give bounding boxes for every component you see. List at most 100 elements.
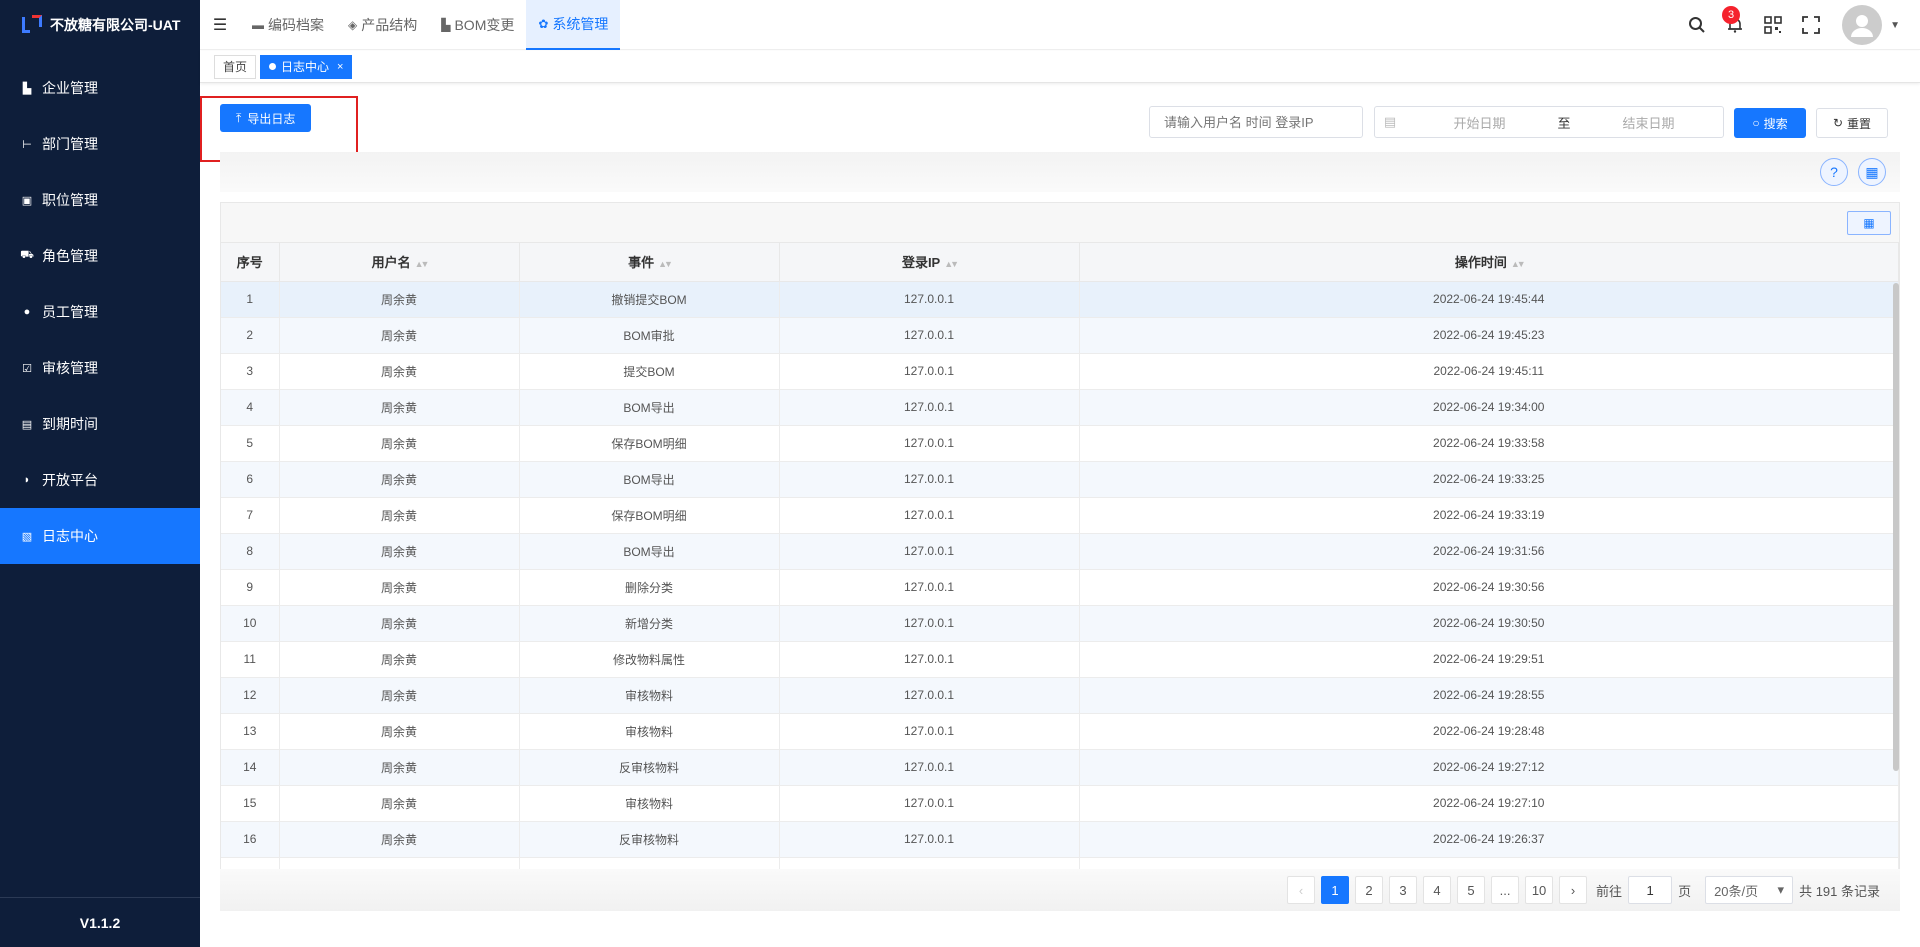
page-size-select[interactable]: 20条/页 ▾ bbox=[1705, 876, 1794, 904]
table-row[interactable]: 9 周余黄 删除分类 127.0.0.1 2022-06-24 19:30:56 bbox=[221, 569, 1899, 606]
table-cell: 16 bbox=[221, 821, 280, 858]
table-cell: BOM导出 bbox=[519, 533, 780, 570]
sidebar-item-label: 部门管理 bbox=[42, 136, 98, 152]
table-cell: 15 bbox=[221, 785, 280, 822]
search-icon[interactable] bbox=[1678, 0, 1716, 50]
table-cell: BOM导出 bbox=[519, 461, 780, 498]
collapse-menu-icon[interactable]: ☰ bbox=[200, 0, 240, 50]
sidebar-item-label: 日志中心 bbox=[42, 528, 98, 544]
next-page-icon[interactable]: › bbox=[1559, 876, 1588, 904]
export-log-button[interactable]: ⤒ 导出日志 bbox=[220, 104, 312, 132]
sidebar-item-4[interactable]: ⛟ 角色管理 bbox=[0, 228, 200, 284]
sidebar-item-9[interactable]: ▧ 日志中心 bbox=[0, 508, 200, 564]
table-cell: 2022-06-24 19:34:00 bbox=[1079, 389, 1899, 426]
sort-icon[interactable]: ▲▼ bbox=[415, 259, 430, 269]
nav-tab-3[interactable]: ▙ BOM变更 bbox=[429, 0, 526, 50]
goto-page-input[interactable] bbox=[1628, 876, 1673, 904]
table-row[interactable]: 11 周余黄 修改物料属性 127.0.0.1 2022-06-24 19:29:51 bbox=[221, 641, 1899, 678]
chevron-down-icon[interactable]: ▼ bbox=[1890, 20, 1900, 31]
table-cell: 5 bbox=[221, 425, 280, 462]
column-header[interactable]: 用户名 ▲▼ bbox=[279, 243, 520, 282]
table-cell: 撤销提交BOM bbox=[519, 281, 780, 318]
prev-page-icon[interactable]: ‹ bbox=[1287, 876, 1316, 904]
page-button[interactable]: 5 bbox=[1457, 876, 1486, 904]
table-row[interactable]: 2 周余黄 BOM审批 127.0.0.1 2022-06-24 19:45:23 bbox=[221, 317, 1899, 354]
table-row[interactable]: 10 周余黄 新增分类 127.0.0.1 2022-06-24 19:30:50 bbox=[221, 605, 1899, 642]
qrcode-icon[interactable] bbox=[1754, 0, 1792, 50]
sidebar-item-label: 企业管理 bbox=[42, 80, 98, 96]
column-header[interactable]: 操作时间 ▲▼ bbox=[1079, 243, 1899, 282]
sidebar-item-7[interactable]: ▤ 到期时间 bbox=[0, 396, 200, 452]
nav-tab-2[interactable]: ◈ 产品结构 bbox=[336, 0, 429, 50]
tag-home[interactable]: 首页 bbox=[214, 54, 257, 79]
table-cell: 127.0.0.1 bbox=[779, 677, 1080, 714]
table-row[interactable]: 1 周余黄 撤销提交BOM 127.0.0.1 2022-06-24 19:45:44 bbox=[221, 281, 1899, 318]
table-row[interactable]: 6 周余黄 BOM导出 127.0.0.1 2022-06-24 19:33:25 bbox=[221, 461, 1899, 498]
table-row[interactable]: 5 周余黄 保存BOM明细 127.0.0.1 2022-06-24 19:33:58 bbox=[221, 425, 1899, 462]
date-end-input[interactable]: 结束日期 bbox=[1574, 113, 1723, 132]
chevron-down-icon: ▾ bbox=[1777, 882, 1785, 897]
sidebar-item-5[interactable]: ● 员工管理 bbox=[0, 284, 200, 340]
sidebar-menu: ▙ 企业管理 ⊢ 部门管理 ▣ 职位管理 ⛟ 角色管理 ● 员工管理 ☑ 审核管理 ▤ 到期时间 ◗ 开放平台… bbox=[0, 60, 200, 564]
sidebar-item-8[interactable]: ◗ 开放平台 bbox=[0, 452, 200, 508]
table-scroll-area[interactable]: 序号 用户名 ▲▼ 事件 ▲▼ 登录IP ▲▼ 操作时间 ▲▼ 1 周余黄 撤销提交BOM 127.0… bbox=[221, 243, 1899, 875]
date-range-picker[interactable]: ▤ 开始日期 至 结束日期 bbox=[1374, 106, 1724, 138]
page-button[interactable]: 3 bbox=[1389, 876, 1418, 904]
table-cell: 12 bbox=[221, 677, 280, 714]
tag-log-center[interactable]: 日志中心 × bbox=[260, 54, 353, 79]
page-button[interactable]: 4 bbox=[1423, 876, 1452, 904]
help-icon[interactable]: ? bbox=[1820, 158, 1848, 186]
table-row[interactable]: 12 周余黄 审核物料 127.0.0.1 2022-06-24 19:28:55 bbox=[221, 677, 1899, 714]
user-avatar[interactable] bbox=[1842, 5, 1883, 45]
table-cell: 2022-06-24 19:28:48 bbox=[1079, 713, 1899, 750]
table-cell: 14 bbox=[221, 749, 280, 786]
table-row[interactable]: 13 周余黄 审核物料 127.0.0.1 2022-06-24 19:28:48 bbox=[221, 713, 1899, 750]
page-button[interactable]: 2 bbox=[1355, 876, 1384, 904]
sidebar-item-2[interactable]: ⊢ 部门管理 bbox=[0, 116, 200, 172]
page-button[interactable]: ... bbox=[1491, 876, 1520, 904]
column-header[interactable]: 登录IP ▲▼ bbox=[779, 243, 1080, 282]
column-settings-icon[interactable]: ▦ bbox=[1858, 158, 1886, 186]
table-scrollbar[interactable] bbox=[1893, 283, 1899, 771]
table-cell: 8 bbox=[221, 533, 280, 570]
sidebar-item-label: 开放平台 bbox=[42, 472, 98, 488]
table-cell: 2022-06-24 19:26:37 bbox=[1079, 821, 1899, 858]
table-cell: 127.0.0.1 bbox=[779, 821, 1080, 858]
sidebar-item-label: 审核管理 bbox=[42, 360, 98, 376]
grid-view-icon[interactable]: ▦ bbox=[1847, 211, 1891, 235]
active-dot-icon bbox=[269, 63, 277, 70]
nav-tab-1[interactable]: ▬ 编码档案 bbox=[240, 0, 336, 50]
table-cell: 11 bbox=[221, 641, 280, 678]
upload-icon: ⤒ bbox=[236, 110, 242, 125]
sort-icon[interactable]: ▲▼ bbox=[1511, 259, 1526, 269]
reset-button[interactable]: ↻ 重置 bbox=[1816, 108, 1888, 138]
table-row[interactable]: 14 周余黄 反审核物料 127.0.0.1 2022-06-24 19:27:12 bbox=[221, 749, 1899, 786]
table-cell: 2022-06-24 19:33:58 bbox=[1079, 425, 1899, 462]
column-header[interactable]: 事件 ▲▼ bbox=[519, 243, 780, 282]
sidebar-item-6[interactable]: ☑ 审核管理 bbox=[0, 340, 200, 396]
table-row[interactable]: 3 周余黄 提交BOM 127.0.0.1 2022-06-24 19:45:11 bbox=[221, 353, 1899, 390]
sidebar-item-1[interactable]: ▙ 企业管理 bbox=[0, 60, 200, 116]
table-cell: 3 bbox=[221, 353, 280, 390]
table-row[interactable]: 15 周余黄 审核物料 127.0.0.1 2022-06-24 19:27:10 bbox=[221, 785, 1899, 822]
search-button[interactable]: ○ 搜索 bbox=[1734, 108, 1806, 138]
table-cell: 周余黄 bbox=[279, 533, 520, 570]
search-input[interactable] bbox=[1149, 106, 1363, 138]
header-actions: 3 ▼ bbox=[1678, 0, 1900, 50]
table-row[interactable]: 16 周余黄 反审核物料 127.0.0.1 2022-06-24 19:26:37 bbox=[221, 821, 1899, 858]
bell-icon[interactable]: 3 bbox=[1716, 0, 1754, 50]
fullscreen-icon[interactable] bbox=[1792, 0, 1830, 50]
date-start-input[interactable]: 开始日期 bbox=[1405, 113, 1554, 132]
table-row[interactable]: 7 周余黄 保存BOM明细 127.0.0.1 2022-06-24 19:33:19 bbox=[221, 497, 1899, 534]
app-logo[interactable]: 不放糖有限公司-UAT bbox=[0, 0, 200, 50]
page-button[interactable]: 10 bbox=[1525, 876, 1554, 904]
page-button[interactable]: 1 bbox=[1321, 876, 1350, 904]
close-icon[interactable]: × bbox=[337, 61, 343, 73]
sort-icon[interactable]: ▲▼ bbox=[944, 259, 959, 269]
sidebar-item-3[interactable]: ▣ 职位管理 bbox=[0, 172, 200, 228]
table-row[interactable]: 4 周余黄 BOM导出 127.0.0.1 2022-06-24 19:34:00 bbox=[221, 389, 1899, 426]
sort-icon[interactable]: ▲▼ bbox=[658, 259, 673, 269]
nav-tab-4[interactable]: ✿ 系统管理 bbox=[526, 0, 621, 50]
table-cell: 2 bbox=[221, 317, 280, 354]
table-row[interactable]: 8 周余黄 BOM导出 127.0.0.1 2022-06-24 19:31:56 bbox=[221, 533, 1899, 570]
